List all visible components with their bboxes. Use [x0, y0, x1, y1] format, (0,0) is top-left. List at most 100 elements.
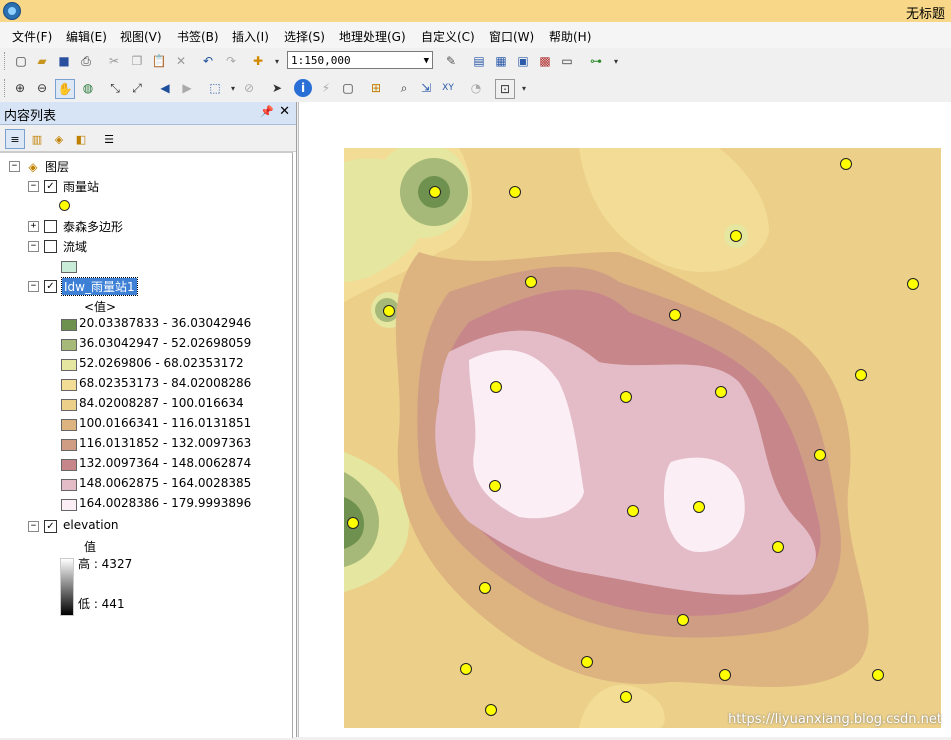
expand-thiessen-layer-icon[interactable]: + [28, 221, 39, 232]
menu-geoprocessing[interactable]: 地理处理(G) [339, 28, 406, 45]
new-document-icon[interactable]: ▢ [12, 52, 30, 70]
layers-root-label[interactable]: 图层 [45, 158, 69, 175]
collapse-rain-layer-icon[interactable]: − [28, 181, 39, 192]
rain-station-marker[interactable] [429, 186, 441, 198]
list-by-visibility-icon[interactable]: ◈ [49, 129, 69, 149]
copy-icon[interactable]: ❐ [128, 52, 146, 70]
rain-station-marker[interactable] [715, 386, 727, 398]
go-to-xy-icon[interactable]: XY [439, 79, 457, 97]
measure-icon[interactable]: ⊞ [367, 79, 385, 97]
rain-station-marker[interactable] [460, 663, 472, 675]
find-binoculars-icon[interactable]: ⌕ [395, 79, 413, 97]
idw-class-swatch[interactable] [61, 479, 77, 491]
toolbar-options-icon[interactable]: ▾ [515, 79, 533, 97]
map-scale-combobox[interactable]: 1:150,000 ▼ [287, 51, 433, 69]
cut-icon[interactable]: ✂ [105, 52, 123, 70]
select-elements-arrow-icon[interactable]: ➤ [268, 79, 286, 97]
python-window-icon[interactable]: ▭ [558, 52, 576, 70]
paste-icon[interactable]: 📋 [150, 52, 168, 70]
fixed-zoom-out-icon[interactable]: ⤢ [128, 79, 146, 97]
table-of-contents-icon[interactable]: ▤ [470, 52, 488, 70]
menu-help[interactable]: 帮助(H) [549, 28, 591, 45]
station-point-symbol[interactable] [59, 200, 70, 211]
print-icon[interactable]: ⎙ [77, 52, 95, 70]
idw-class-swatch[interactable] [61, 459, 77, 471]
collapse-idw-layer-icon[interactable]: − [28, 281, 39, 292]
list-by-selection-icon[interactable]: ◧ [71, 129, 91, 149]
chevron-down-icon[interactable]: ▼ [424, 52, 429, 70]
rain-station-marker[interactable] [347, 517, 359, 529]
rain-station-marker[interactable] [872, 669, 884, 681]
select-features-icon[interactable]: ⬚ [206, 79, 224, 97]
basin-layer-label[interactable]: 流域 [63, 238, 87, 255]
rain-station-marker[interactable] [479, 582, 491, 594]
menu-insert[interactable]: 插入(I) [232, 28, 269, 45]
idw-class-swatch[interactable] [61, 399, 77, 411]
rain-station-marker[interactable] [509, 186, 521, 198]
toolbar-grip[interactable] [4, 79, 8, 97]
toolbar-grip[interactable] [4, 52, 8, 70]
find-route-icon[interactable]: ⇲ [417, 79, 435, 97]
basin-polygon-symbol[interactable] [61, 261, 77, 273]
fixed-zoom-in-icon[interactable]: ⤡ [106, 79, 124, 97]
catalog-window-icon[interactable]: ▦ [492, 52, 510, 70]
elevation-color-ramp[interactable] [60, 558, 74, 616]
forward-extent-icon[interactable]: ▶ [178, 79, 196, 97]
pin-icon[interactable]: 📌 [260, 105, 274, 118]
add-data-icon[interactable]: ✚ [249, 52, 267, 70]
rain-station-marker[interactable] [855, 369, 867, 381]
rain-station-marker[interactable] [669, 309, 681, 321]
delete-icon[interactable]: ✕ [172, 52, 190, 70]
rain-station-marker[interactable] [627, 505, 639, 517]
pan-hand-icon[interactable]: ✋ [55, 79, 75, 99]
identify-icon[interactable]: i [294, 79, 312, 97]
rain-station-marker[interactable] [719, 669, 731, 681]
rain-layer-label[interactable]: 雨量站 [63, 178, 99, 195]
add-data-dropdown-icon[interactable]: ▾ [268, 52, 286, 70]
toc-options-icon[interactable]: ☰ [99, 129, 119, 149]
redo-icon[interactable]: ↷ [222, 52, 240, 70]
rain-station-marker[interactable] [485, 704, 497, 716]
create-viewer-window-icon[interactable]: ⊡ [495, 79, 515, 99]
rain-station-marker[interactable] [525, 276, 537, 288]
editor-toolbar-icon[interactable]: ✎ [442, 52, 460, 70]
menu-bookmarks[interactable]: 书签(B) [177, 28, 219, 45]
undo-icon[interactable]: ↶ [199, 52, 217, 70]
list-by-drawing-order-icon[interactable]: ≡ [5, 129, 25, 149]
idw-map-canvas[interactable] [299, 102, 951, 737]
thiessen-layer-checkbox[interactable] [44, 220, 57, 233]
menu-edit[interactable]: 编辑(E) [66, 28, 107, 45]
menu-customize[interactable]: 自定义(C) [421, 28, 475, 45]
rain-station-marker[interactable] [620, 391, 632, 403]
toolbar-options-icon[interactable]: ▾ [607, 52, 625, 70]
idw-layer-checkbox[interactable]: ✓ [44, 280, 57, 293]
idw-class-swatch[interactable] [61, 419, 77, 431]
idw-class-swatch[interactable] [61, 339, 77, 351]
open-folder-icon[interactable]: ▰ [33, 52, 51, 70]
idw-layer-label[interactable]: Idw_雨量站1 [61, 277, 138, 296]
close-icon[interactable]: ✕ [279, 104, 290, 119]
rain-station-marker[interactable] [693, 501, 705, 513]
menu-view[interactable]: 视图(V) [120, 28, 162, 45]
rain-station-marker[interactable] [620, 691, 632, 703]
collapse-elevation-layer-icon[interactable]: − [28, 521, 39, 532]
time-slider-icon[interactable]: ◔ [467, 79, 485, 97]
rain-station-marker[interactable] [840, 158, 852, 170]
map-view[interactable]: https://liyuanxiang.blog.csdn.net [298, 102, 951, 737]
rain-station-marker[interactable] [490, 381, 502, 393]
rain-station-marker[interactable] [814, 449, 826, 461]
idw-class-swatch[interactable] [61, 499, 77, 511]
modelbuilder-icon[interactable]: ⊶ [587, 52, 605, 70]
rain-layer-checkbox[interactable]: ✓ [44, 180, 57, 193]
save-icon[interactable]: ■ [55, 52, 73, 70]
elevation-layer-label[interactable]: elevation [63, 518, 119, 532]
rain-station-marker[interactable] [489, 480, 501, 492]
collapse-root-icon[interactable]: − [9, 161, 20, 172]
basin-layer-checkbox[interactable] [44, 240, 57, 253]
thiessen-layer-label[interactable]: 泰森多边形 [63, 218, 123, 235]
idw-class-swatch[interactable] [61, 319, 77, 331]
zoom-in-icon[interactable]: ⊕ [11, 79, 29, 97]
back-extent-icon[interactable]: ◀ [156, 79, 174, 97]
clear-selection-icon[interactable]: ⊘ [240, 79, 258, 97]
rain-station-marker[interactable] [677, 614, 689, 626]
